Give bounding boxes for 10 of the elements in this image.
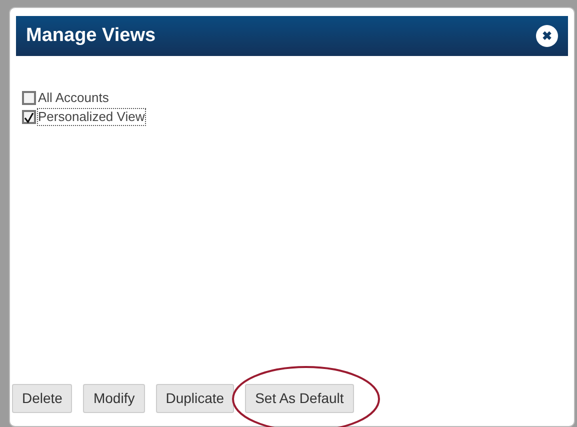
action-button[interactable]: Delete	[12, 384, 72, 413]
checkbox-label[interactable]: Personalized View	[37, 108, 146, 126]
checkbox[interactable]	[22, 110, 36, 124]
action-button[interactable]: Modify	[83, 384, 145, 413]
close-button[interactable]: ✖	[536, 25, 558, 47]
checkbox[interactable]	[22, 91, 36, 105]
action-button[interactable]: Duplicate	[156, 384, 234, 413]
action-button[interactable]: Set As Default	[245, 384, 354, 413]
dialog-title: Manage Views	[26, 24, 156, 48]
checkbox-label[interactable]: All Accounts	[37, 89, 110, 107]
